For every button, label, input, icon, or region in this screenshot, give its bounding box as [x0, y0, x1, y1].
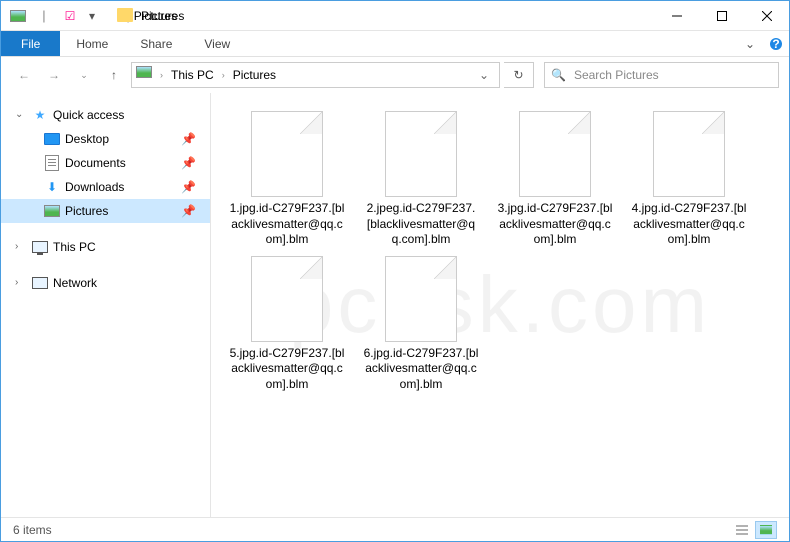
file-name: 2.jpeg.id-C279F237.[blacklivesmatter@qq.…: [363, 201, 479, 248]
window-controls: [654, 1, 789, 30]
file-item[interactable]: 3.jpg.id-C279F237.[blacklivesmatter@qq.c…: [497, 111, 613, 248]
search-placeholder: Search Pictures: [574, 68, 659, 82]
window-title-text: Pictures: [134, 9, 177, 23]
file-icon: [385, 256, 457, 342]
file-pane[interactable]: pcrisk.com 1.jpg.id-C279F237.[blacklives…: [211, 93, 789, 517]
file-name: 5.jpg.id-C279F237.[blacklivesmatter@qq.c…: [229, 346, 345, 393]
explorer-body: ⌄ ★ Quick access Desktop 📌 Documents 📌 ⬇…: [1, 93, 789, 517]
sidebar-network[interactable]: › Network: [1, 271, 210, 295]
address-bar[interactable]: › This PC › Pictures ⌄: [131, 62, 500, 88]
pin-icon: 📌: [181, 180, 196, 194]
details-view-button[interactable]: [731, 521, 753, 539]
folder-icon: [117, 8, 133, 24]
file-icon: [251, 111, 323, 197]
quick-access-toolbar: | ☑ ▾: [1, 5, 103, 27]
qat-properties-icon[interactable]: ☑: [59, 5, 81, 27]
titlebar: | ☑ ▾ Pictures | Pictures: [1, 1, 789, 31]
minimize-button[interactable]: [654, 1, 699, 30]
sidebar-item-label: Pictures: [65, 204, 108, 218]
file-icon: [519, 111, 591, 197]
svg-text:?: ?: [772, 37, 779, 51]
tab-view[interactable]: View: [188, 31, 246, 56]
file-item[interactable]: 6.jpg.id-C279F237.[blacklivesmatter@qq.c…: [363, 256, 479, 393]
network-icon: [31, 274, 49, 292]
back-button[interactable]: ←: [11, 62, 37, 88]
sidebar-item-desktop[interactable]: Desktop 📌: [1, 127, 210, 151]
location-icon: [136, 66, 154, 84]
sidebar-item-label: Documents: [65, 156, 126, 170]
ribbon-expand-icon[interactable]: ⌄: [737, 31, 763, 56]
item-count: 6 items: [13, 523, 52, 537]
document-icon: [43, 154, 61, 172]
file-item[interactable]: 1.jpg.id-C279F237.[blacklivesmatter@qq.c…: [229, 111, 345, 248]
sidebar-item-pictures[interactable]: Pictures 📌: [1, 199, 210, 223]
recent-dropdown-icon[interactable]: ⌄: [71, 62, 97, 88]
collapse-icon[interactable]: ⌄: [15, 109, 27, 120]
download-icon: ⬇: [43, 178, 61, 196]
expand-icon[interactable]: ›: [15, 241, 27, 252]
chevron-right-icon[interactable]: ›: [156, 70, 167, 80]
up-button[interactable]: ↑: [101, 62, 127, 88]
qat-sep: |: [33, 5, 55, 27]
pin-icon: 📌: [181, 132, 196, 146]
sidebar-item-label: Quick access: [53, 108, 124, 122]
pc-icon: [31, 238, 49, 256]
pin-icon: 📌: [181, 156, 196, 170]
file-name: 3.jpg.id-C279F237.[blacklivesmatter@qq.c…: [497, 201, 613, 248]
file-icon: [653, 111, 725, 197]
forward-button[interactable]: →: [41, 62, 67, 88]
close-button[interactable]: [744, 1, 789, 30]
tab-home[interactable]: Home: [60, 31, 124, 56]
tab-share[interactable]: Share: [124, 31, 188, 56]
breadcrumb-root[interactable]: This PC: [169, 68, 216, 82]
breadcrumb-current[interactable]: Pictures: [231, 68, 278, 82]
thumbnails-view-button[interactable]: [755, 521, 777, 539]
search-box[interactable]: 🔍 Search Pictures: [544, 62, 779, 88]
sidebar-item-label: Network: [53, 276, 97, 290]
search-icon: 🔍: [551, 68, 566, 82]
view-mode-buttons: [731, 521, 777, 539]
file-name: 4.jpg.id-C279F237.[blacklivesmatter@qq.c…: [631, 201, 747, 248]
sidebar-item-label: This PC: [53, 240, 96, 254]
file-tab[interactable]: File: [1, 31, 60, 56]
expand-icon[interactable]: ›: [15, 277, 27, 288]
star-icon: ★: [31, 106, 49, 124]
file-name: 1.jpg.id-C279F237.[blacklivesmatter@qq.c…: [229, 201, 345, 248]
sidebar-item-downloads[interactable]: ⬇ Downloads 📌: [1, 175, 210, 199]
file-icon: [251, 256, 323, 342]
help-icon[interactable]: ?: [763, 31, 789, 56]
navigation-bar: ← → ⌄ ↑ › This PC › Pictures ⌄ ↻ 🔍 Searc…: [1, 57, 789, 93]
refresh-button[interactable]: ↻: [504, 62, 534, 88]
file-item[interactable]: 2.jpeg.id-C279F237.[blacklivesmatter@qq.…: [363, 111, 479, 248]
navigation-pane: ⌄ ★ Quick access Desktop 📌 Documents 📌 ⬇…: [1, 93, 211, 517]
sidebar-item-documents[interactable]: Documents 📌: [1, 151, 210, 175]
file-grid: 1.jpg.id-C279F237.[blacklivesmatter@qq.c…: [229, 111, 779, 393]
sidebar-quick-access[interactable]: ⌄ ★ Quick access: [1, 103, 210, 127]
pin-icon: 📌: [181, 204, 196, 218]
status-bar: 6 items: [1, 517, 789, 541]
file-item[interactable]: 5.jpg.id-C279F237.[blacklivesmatter@qq.c…: [229, 256, 345, 393]
maximize-button[interactable]: [699, 1, 744, 30]
address-dropdown-icon[interactable]: ⌄: [473, 68, 495, 82]
sidebar-item-label: Desktop: [65, 132, 109, 146]
chevron-right-icon[interactable]: ›: [218, 70, 229, 80]
file-name: 6.jpg.id-C279F237.[blacklivesmatter@qq.c…: [363, 346, 479, 393]
sidebar-this-pc[interactable]: › This PC: [1, 235, 210, 259]
pictures-icon: [43, 202, 61, 220]
desktop-icon: [43, 130, 61, 148]
qat-dropdown-icon[interactable]: ▾: [81, 5, 103, 27]
explorer-icon: [7, 5, 29, 27]
file-icon: [385, 111, 457, 197]
file-item[interactable]: 4.jpg.id-C279F237.[blacklivesmatter@qq.c…: [631, 111, 747, 248]
ribbon-tabs: File Home Share View ⌄ ?: [1, 31, 789, 57]
sidebar-item-label: Downloads: [65, 180, 124, 194]
